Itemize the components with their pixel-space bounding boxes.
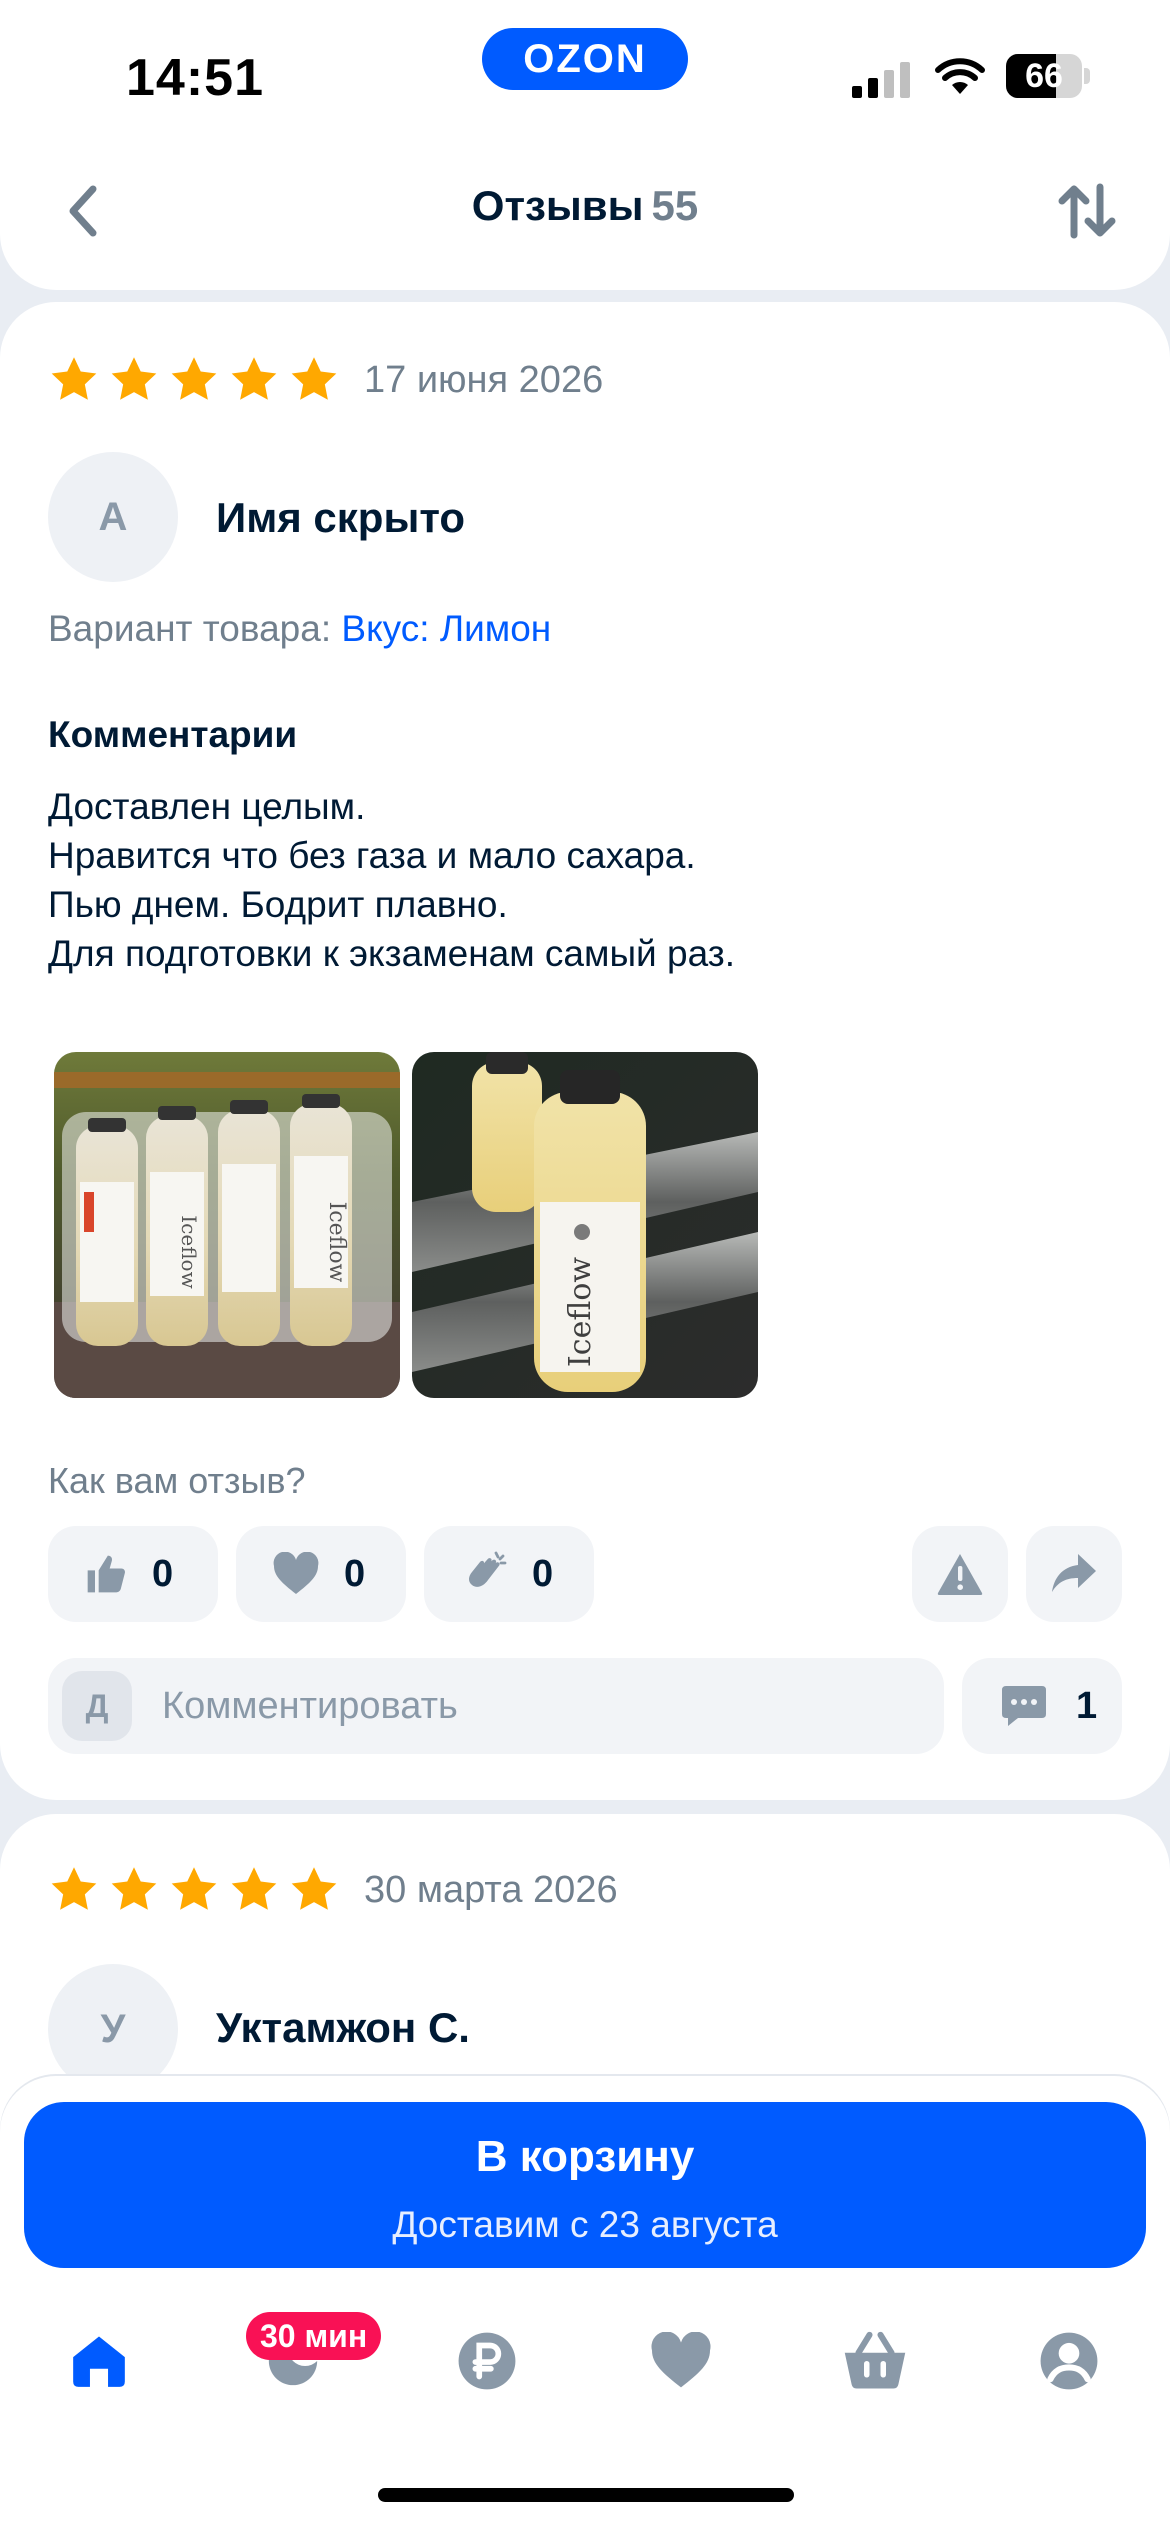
share-arrow-icon [1052, 1554, 1096, 1592]
ozon-logo[interactable]: OZON [482, 28, 688, 90]
report-button[interactable] [912, 1526, 1008, 1622]
review-text-line: Для подготовки к экзаменам самый раз. [48, 933, 735, 974]
share-button[interactable] [1026, 1526, 1122, 1622]
bottle-brand-text: Iceflow [177, 1215, 201, 1288]
sort-button[interactable] [1052, 176, 1122, 246]
profile-icon [1040, 2332, 1098, 2390]
rating-stars: 17 июня 2026 [48, 354, 603, 406]
clap-reaction-button[interactable]: 0 [424, 1526, 594, 1622]
heart-reaction-button[interactable]: 0 [236, 1526, 406, 1622]
thumbs-up-icon [87, 1555, 125, 1593]
bottle-brand-text: Iceflow [324, 1202, 349, 1283]
add-to-cart-label: В корзину [475, 2132, 695, 2181]
star-icon [51, 1867, 97, 1910]
review-date: 17 июня 2026 [364, 358, 604, 401]
star-icon [231, 1867, 277, 1910]
sort-arrows-icon [1058, 183, 1116, 239]
avatar: А [48, 452, 178, 582]
review-text-line: Пью днем. Бодрит плавно. [48, 884, 508, 925]
rating-stars: 30 марта 2026 [48, 1864, 618, 1916]
like-count: 0 [152, 1552, 174, 1595]
comment-heading: Комментарии [48, 714, 298, 755]
fresh-delivery-badge: 30 мин [246, 2312, 382, 2360]
tab-bar: 30 мин [0, 2296, 1170, 2436]
comments-button[interactable]: 1 [962, 1658, 1122, 1754]
review-author: Уктамжон С. [216, 2004, 470, 2051]
wifi-icon [935, 58, 985, 94]
heart-icon [651, 2332, 711, 2388]
home-indicator[interactable] [378, 2488, 794, 2502]
star-icon [291, 1867, 337, 1910]
tab-cart[interactable] [840, 2326, 910, 2396]
product-variant: Вариант товара: Вкус: Лимон [48, 608, 551, 650]
review-feedback-question: Как вам отзыв? [48, 1460, 306, 1501]
tab-home[interactable] [64, 2326, 134, 2396]
avatar: У [48, 1964, 178, 2094]
page-title-text: Отзывы [471, 182, 644, 229]
tab-profile[interactable] [1034, 2326, 1104, 2396]
current-user-avatar: Д [62, 1671, 132, 1741]
warning-icon [937, 1554, 983, 1595]
review-card: 17 июня 2026 А Имя скрыто Вариант товара… [0, 302, 1170, 1800]
bottom-panel: В корзину Доставим с 23 августа 30 мин [0, 2076, 1170, 2532]
review-date: 30 марта 2026 [364, 1868, 618, 1911]
basket-icon [844, 2331, 906, 2389]
battery-level: 66 [1025, 57, 1063, 95]
battery-indicator: 66 [1006, 54, 1090, 98]
heart-icon [273, 1552, 319, 1594]
review-author: Имя скрыто [216, 494, 466, 541]
clap-count: 0 [532, 1552, 554, 1595]
review-text-line: Доставлен целым. [48, 786, 366, 827]
review-photo[interactable]: Iceflow [412, 1052, 758, 1398]
delivery-date-label: Доставим с 23 августа [392, 2204, 778, 2245]
home-icon [73, 2336, 125, 2387]
variant-label: Вариант товара: [48, 608, 332, 649]
star-icon [291, 357, 337, 400]
variant-value[interactable]: Вкус: Лимон [341, 608, 551, 649]
comments-count: 1 [1076, 1684, 1098, 1727]
review-text: Доставлен целым. Нравится что без газа и… [48, 782, 735, 978]
cellular-signal-icon [852, 62, 910, 98]
chat-bubble-icon [1002, 1686, 1046, 1726]
status-bar: 14:51 OZON 66 [0, 0, 1170, 140]
review-text-line: Нравится что без газа и мало сахара. [48, 835, 696, 876]
tab-finance[interactable] [452, 2326, 522, 2396]
star-icon [51, 357, 97, 400]
comment-input[interactable]: Д Комментировать [48, 1658, 944, 1754]
add-to-cart-button[interactable]: В корзину Доставим с 23 августа [24, 2102, 1146, 2268]
status-time: 14:51 [126, 49, 264, 107]
star-icon [231, 357, 277, 400]
star-icon [171, 357, 217, 400]
clap-icon [468, 1551, 507, 1587]
star-icon [111, 1867, 157, 1910]
page-header: Отзывы 55 [0, 140, 1170, 290]
page-title: Отзывы 55 [0, 182, 1170, 230]
bottle-brand-text: Iceflow [563, 1257, 598, 1367]
heart-count: 0 [344, 1552, 366, 1595]
ruble-icon [458, 2332, 516, 2390]
review-photo[interactable]: Iceflow Iceflow [54, 1052, 400, 1398]
star-icon [171, 1867, 217, 1910]
comment-placeholder: Комментировать [162, 1684, 458, 1727]
star-icon [111, 357, 157, 400]
reviews-count: 55 [651, 182, 699, 229]
tab-favorites[interactable] [646, 2326, 716, 2396]
like-button[interactable]: 0 [48, 1526, 218, 1622]
